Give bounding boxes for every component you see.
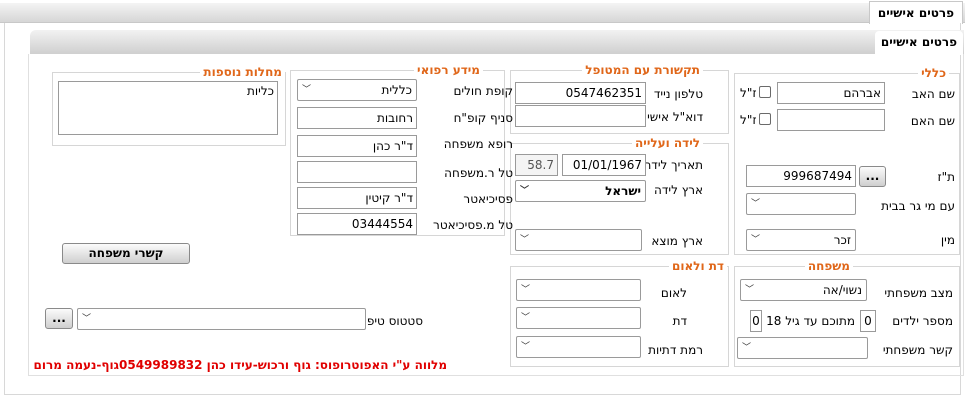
mother-deceased-checkbox[interactable] [759,113,771,125]
id-label: ת"ז [937,170,955,184]
father-name-input[interactable]: אברהם [777,82,885,104]
under-18-input[interactable]: 0 [750,310,762,332]
contact-group-title: תקשורת עם המטופל [582,63,703,77]
diseases-group-title: מחלות נוספות [200,65,285,79]
nationality-label: לאום [660,286,687,300]
chevron-down-icon: ﹀ [302,85,312,95]
chevron-down-icon: ﹀ [751,199,761,209]
treatment-status-select[interactable]: ﹀ [77,308,366,330]
guardian-note: מלווה ע"י האפוטרופוס: גוף ורכוש-עידו כהן… [33,358,447,372]
religion-group-title: דת ולאום [668,259,727,273]
psychiatrist-label: פסיכיאטר [463,192,513,206]
family-doctor-input[interactable]: ד"ר כהן [297,135,417,157]
family-relation-select[interactable]: ﹀ [737,337,868,359]
mother-name-input[interactable] [777,109,885,131]
origin-country-label: ארץ מוצא [651,234,703,248]
email-label: דוא"ל אישי [647,110,703,124]
birth-country-label: ארץ לידה [654,183,703,197]
chevron-down-icon: ﹀ [521,285,531,295]
psychiatrist-phone-input[interactable]: 03444554 [297,213,417,235]
birthdate-input[interactable]: 01/01/1967 [562,154,646,176]
diseases-textarea[interactable]: כליות [58,81,278,135]
medical-group-title: מידע רפואי [414,63,483,77]
marital-status-select[interactable]: ﹀ נשוי/אה [740,279,867,301]
doctor-phone-label: טל ר.משפחה [444,166,513,180]
id-input[interactable]: 999687494 [746,165,856,187]
mother-deceased-label: ז"ל [740,113,757,127]
family-links-button[interactable]: קשרי משפחה [62,243,190,264]
psychiatrist-input[interactable]: ד"ר קיטין [297,187,417,209]
origin-country-select[interactable]: ﹀ [515,229,642,251]
hmo-select[interactable]: ﹀ כללית [297,79,417,101]
religiosity-select[interactable]: ﹀ [516,336,641,358]
general-group-title: כללי [918,66,949,80]
chevron-down-icon: ﹀ [520,235,530,245]
treatment-status-button[interactable]: ... [45,308,73,329]
father-deceased-checkbox[interactable] [759,86,771,98]
tab-personal-details[interactable]: פרטים אישיים [868,1,963,24]
nationality-select[interactable]: ﹀ [516,279,641,301]
marital-status-label: מצב משפחתי [884,286,953,300]
father-name-label: שם האב [911,87,955,101]
religion-label: דת [672,314,687,328]
chevron-down-icon: ﹀ [520,186,530,196]
family-group-title: משפחה [804,259,853,273]
hmo-branch-input[interactable]: רחובות [297,107,417,129]
chevron-down-icon: ﹀ [751,235,761,245]
birth-group-title: לידה ועלייה [632,136,703,150]
chevron-down-icon: ﹀ [521,313,531,323]
family-relation-label: קשר משפחתי [882,343,953,357]
mobile-phone-input[interactable]: 0547462351 [515,82,646,104]
psychiatrist-phone-label: טל מ.פסיכיאטר [433,218,513,232]
doctor-phone-input[interactable] [297,161,417,183]
section-title: פרטים אישיים [874,31,963,55]
religiosity-label: רמת דתיות [648,343,703,357]
gender-label: מין [940,233,955,247]
birth-country-select[interactable]: ﹀ ישראל [515,180,646,202]
gender-select[interactable]: ﹀ זכר [746,229,856,251]
id-lookup-button[interactable]: ... [859,166,886,187]
section-header-bar [30,30,964,54]
father-deceased-label: ז"ל [740,86,757,100]
children-count-label: מספר ילדים [892,314,953,328]
age-field: 58.7 [515,154,558,176]
under-18-label: מתוכם עד גיל 18 [766,314,855,328]
mother-name-label: שם האם [910,114,955,128]
children-count-input[interactable]: 0 [860,310,876,332]
hmo-label: קופת חולים [453,84,513,98]
religion-select[interactable]: ﹀ [516,307,641,329]
lives-with-select[interactable]: ﹀ [746,193,856,215]
chevron-down-icon: ﹀ [742,343,752,353]
lives-with-label: עם מי גר בבית [881,199,955,213]
mobile-phone-label: טלפון נייד [653,87,703,101]
hmo-branch-label: סניף קופ"ח [453,111,513,125]
chevron-down-icon: ﹀ [82,314,92,324]
family-doctor-label: רופא משפחה [443,137,513,151]
chevron-down-icon: ﹀ [521,342,531,352]
email-input[interactable] [515,105,646,127]
tab-strip [0,3,965,23]
chevron-down-icon: ﹀ [745,285,755,295]
birthdate-label: תאריך לידה [643,158,703,172]
